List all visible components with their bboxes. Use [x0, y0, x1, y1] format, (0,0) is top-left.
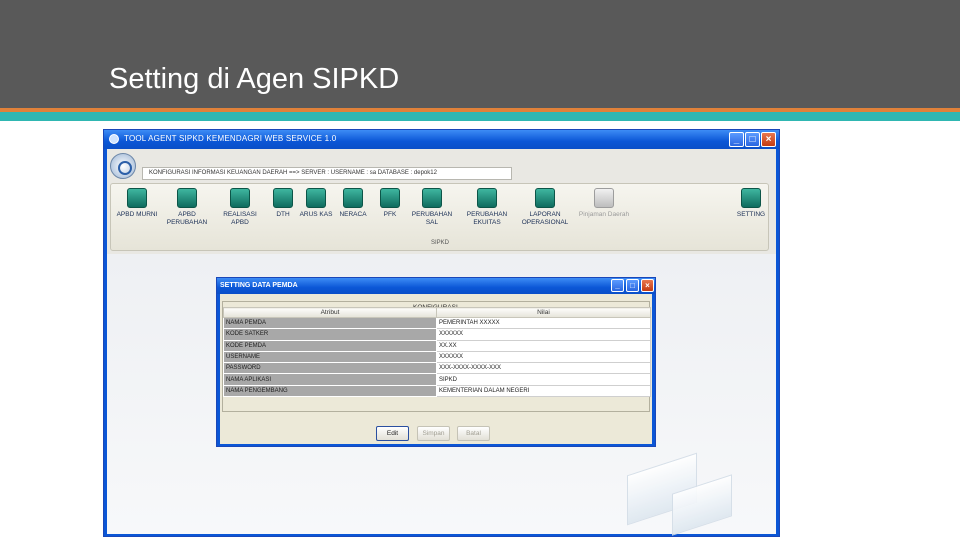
ribbon-group-label: SIPKD	[431, 240, 450, 246]
value-cell[interactable]: PEMERINTAH XXXXX	[436, 316, 651, 330]
value-cell[interactable]: XXX-XXXX-XXXX-XXX	[436, 362, 651, 375]
batal-button[interactable]: Batal	[457, 426, 490, 441]
report-icon	[127, 188, 147, 208]
column-header-nilai[interactable]: Nilai	[436, 307, 651, 318]
tool-laporan-operasional[interactable]: LAPORAN OPERASIONAL	[519, 188, 571, 234]
close-button[interactable]: ×	[761, 132, 776, 147]
gear-logo-icon[interactable]	[110, 153, 136, 179]
report-icon	[380, 188, 400, 208]
ribbon-toolbar: APBD MURNI APBD PERUBAHAN REALISASI APBD…	[110, 183, 769, 251]
tool-pinjaman-daerah[interactable]: Pinjaman Daerah	[578, 188, 630, 234]
dialog-title: SETTING DATA PEMDA	[220, 282, 298, 289]
column-header-atribut[interactable]: Atribut	[223, 307, 437, 318]
maximize-button[interactable]: □	[745, 132, 760, 147]
tool-apbd-perubahan[interactable]: APBD PERUBAHAN	[161, 188, 213, 234]
window-title: TOOL AGENT SIPKD KEMENDAGRI WEB SERVICE …	[124, 134, 337, 143]
attribute-cell: NAMA PEMDA	[223, 316, 437, 330]
accent-stripe-teal	[0, 112, 960, 121]
tool-label: PERUBAHAN SAL	[411, 211, 453, 226]
report-icon	[422, 188, 442, 208]
attribute-cell: NAMA PENGEMBANG	[223, 384, 437, 398]
value-cell[interactable]: XXXXXX	[436, 328, 651, 341]
tool-perubahan-sal[interactable]: PERUBAHAN SAL	[406, 188, 458, 234]
report-icon	[230, 188, 250, 208]
report-icon	[477, 188, 497, 208]
dialog-body: KONFIGURASI Atribut Nilai NAMA PEMDA PEM…	[220, 294, 652, 444]
edit-button[interactable]: Edit	[376, 426, 409, 441]
cash-flow-icon	[306, 188, 326, 208]
minimize-button[interactable]: _	[729, 132, 744, 147]
dialog-close-button[interactable]: ×	[641, 279, 654, 292]
setting-data-pemda-dialog: SETTING DATA PEMDA _ □ × KONFIGURASI Atr…	[216, 277, 656, 447]
value-cell[interactable]: XXXXXX	[436, 350, 651, 364]
tool-label: PERUBAHAN EKUITAS	[466, 211, 508, 226]
config-table: Atribut Nilai NAMA PEMDA PEMERINTAH XXXX…	[223, 307, 651, 398]
value-cell[interactable]: XX.XX	[436, 339, 651, 352]
table-row[interactable]: NAMA PEMDA PEMERINTAH XXXXX	[223, 316, 651, 330]
settings-icon	[741, 188, 761, 208]
report-icon	[177, 188, 197, 208]
tool-apbd-murni[interactable]: APBD MURNI	[111, 188, 163, 234]
value-cell[interactable]: KEMENTERIAN DALAM NEGERI	[436, 384, 651, 398]
dialog-maximize-button[interactable]: □	[626, 279, 639, 292]
tool-setting[interactable]: SETTING	[725, 188, 777, 234]
slide-title: Setting di Agen SIPKD	[109, 63, 400, 95]
book-icon	[535, 188, 555, 208]
app-icon	[109, 134, 119, 144]
simpan-button[interactable]: Simpan	[417, 426, 450, 441]
balance-scale-icon	[343, 188, 363, 208]
attribute-cell: KODE SATKER	[223, 328, 437, 341]
table-row[interactable]: USERNAME XXXXXX	[223, 350, 651, 364]
loan-icon	[594, 188, 614, 208]
table-row[interactable]: KODE PEMDA XX.XX	[223, 339, 651, 352]
attribute-cell: USERNAME	[223, 350, 437, 364]
tool-label: SETTING	[736, 211, 766, 218]
value-cell[interactable]: SIPKD	[436, 373, 651, 386]
table-row[interactable]: KODE SATKER XXXXXX	[223, 328, 651, 341]
connection-info-bar: KONFIGURASI INFORMASI KEUANGAN DAERAH ==…	[142, 167, 512, 180]
tool-label: APBD MURNI	[116, 211, 158, 218]
table-row[interactable]: PASSWORD XXX-XXXX-XXXX-XXX	[223, 362, 651, 375]
dialog-minimize-button[interactable]: _	[611, 279, 624, 292]
tool-label: Pinjaman Daerah	[578, 211, 630, 218]
attribute-cell: NAMA APLIKASI	[223, 373, 437, 386]
window-titlebar[interactable]: TOOL AGENT SIPKD KEMENDAGRI WEB SERVICE …	[104, 130, 779, 149]
tool-label: LAPORAN OPERASIONAL	[521, 211, 569, 226]
table-row[interactable]: NAMA APLIKASI SIPKD	[223, 373, 651, 386]
attribute-cell: KODE PEMDA	[223, 339, 437, 352]
tool-perubahan-ekuitas[interactable]: PERUBAHAN EKUITAS	[461, 188, 513, 234]
tool-label: APBD PERUBAHAN	[166, 211, 208, 226]
slide: Setting di Agen SIPKD TOOL AGENT SIPKD K…	[0, 0, 960, 540]
table-row[interactable]: NAMA PENGEMBANG KEMENTERIAN DALAM NEGERI	[223, 384, 651, 398]
attribute-cell: PASSWORD	[223, 362, 437, 375]
dialog-titlebar[interactable]: SETTING DATA PEMDA _ □ ×	[217, 278, 655, 294]
